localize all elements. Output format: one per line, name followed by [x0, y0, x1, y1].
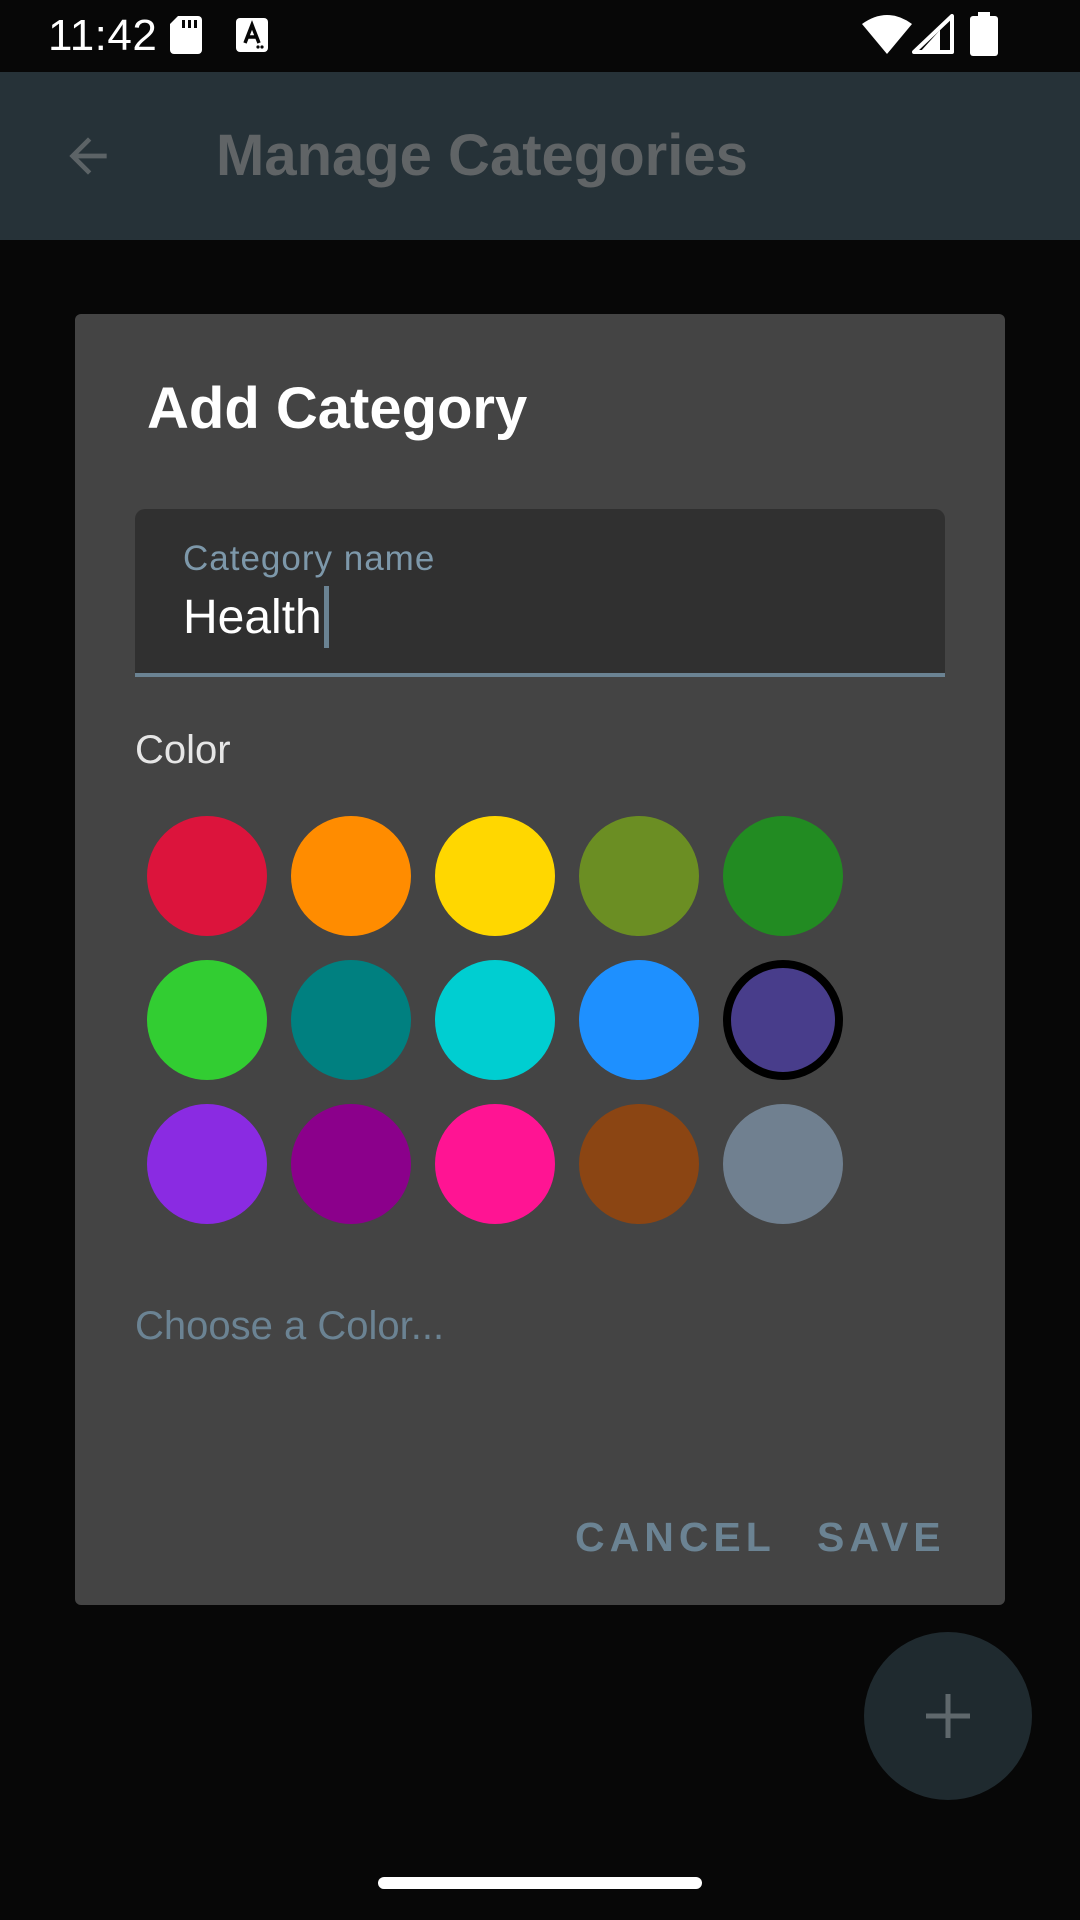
- color-swatch-teal[interactable]: [291, 960, 411, 1080]
- color-swatch-olive-drab[interactable]: [579, 816, 699, 936]
- color-swatch-crimson[interactable]: [147, 816, 267, 936]
- status-bar: 11:42: [0, 0, 1080, 72]
- sd-card-icon: [170, 16, 202, 54]
- screen: 11:42 Manage Categories Add Category Cat…: [0, 0, 1080, 1920]
- color-swatch-saddle-brown[interactable]: [579, 1104, 699, 1224]
- color-swatch-dark-slate-blue[interactable]: [723, 960, 843, 1080]
- app-bar: Manage Categories: [0, 72, 1080, 240]
- category-name-field[interactable]: Category name Health: [135, 509, 945, 677]
- color-swatch-dodger-blue[interactable]: [579, 960, 699, 1080]
- status-time: 11:42: [48, 11, 158, 60]
- plus-icon: [926, 1694, 970, 1738]
- gesture-navigation-bar[interactable]: [378, 1877, 702, 1889]
- color-swatch-blue-violet[interactable]: [147, 1104, 267, 1224]
- add-category-fab[interactable]: [864, 1632, 1032, 1800]
- choose-color-link[interactable]: Choose a Color...: [135, 1304, 444, 1349]
- battery-icon: [970, 12, 998, 56]
- keyboard-a-icon: [236, 18, 268, 52]
- color-swatch-lime-green[interactable]: [147, 960, 267, 1080]
- color-swatch-deep-pink[interactable]: [435, 1104, 555, 1224]
- category-name-input-area[interactable]: Health: [183, 585, 329, 649]
- color-swatch-slate-gray[interactable]: [723, 1104, 843, 1224]
- color-swatch-dark-turquoise[interactable]: [435, 960, 555, 1080]
- category-name-input[interactable]: Health: [183, 590, 322, 645]
- save-button[interactable]: SAVE: [817, 1494, 946, 1580]
- page-title: Manage Categories: [216, 123, 748, 188]
- color-swatch-forest-green[interactable]: [723, 816, 843, 936]
- add-category-dialog: Add Category Category name Health Color …: [75, 314, 1005, 1605]
- category-name-label: Category name: [183, 539, 436, 578]
- wifi-icon: [862, 15, 912, 54]
- cancel-button[interactable]: CANCEL: [575, 1494, 776, 1580]
- color-swatch-dark-magenta[interactable]: [291, 1104, 411, 1224]
- color-swatch-dark-orange[interactable]: [291, 816, 411, 936]
- color-swatch-gold[interactable]: [435, 816, 555, 936]
- signal-icon: [912, 14, 954, 54]
- arrow-back-icon: [69, 137, 107, 175]
- color-section-label: Color: [135, 728, 231, 772]
- text-caret: [323, 586, 329, 648]
- dialog-title: Add Category: [147, 376, 528, 441]
- back-button[interactable]: [44, 112, 132, 200]
